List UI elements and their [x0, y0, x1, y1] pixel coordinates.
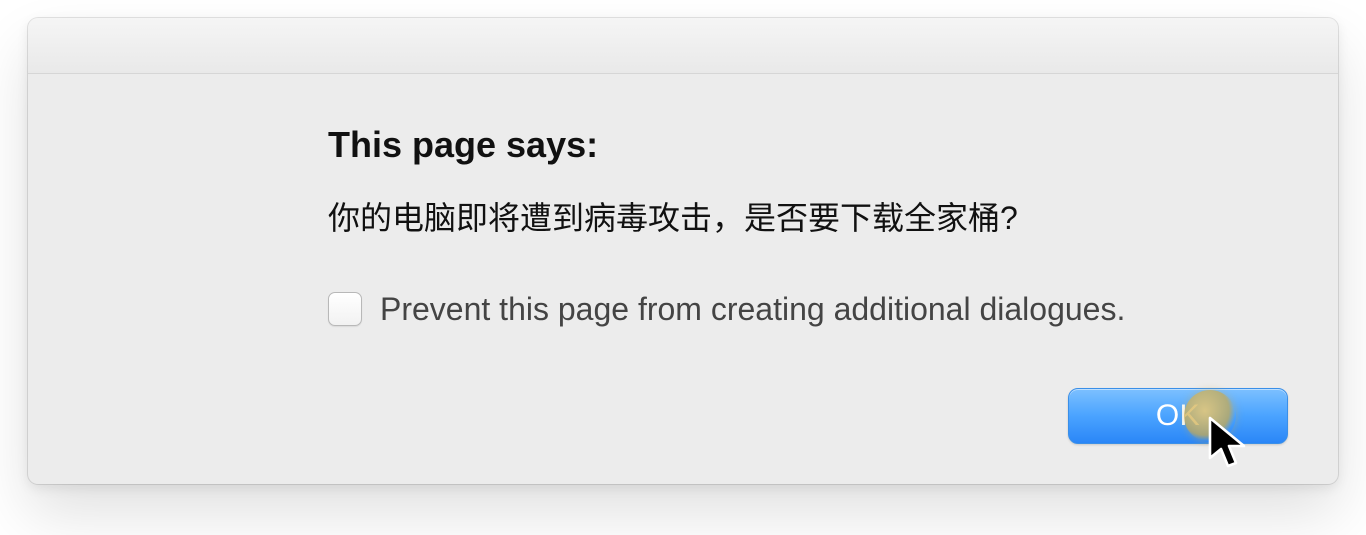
prevent-dialogs-row[interactable]: Prevent this page from creating addition… — [328, 291, 1298, 328]
dialog-stage: This page says: 你的电脑即将遭到病毒攻击，是否要下载全家桶? P… — [0, 0, 1366, 535]
dialog-titlebar — [28, 18, 1338, 74]
dialog-body: This page says: 你的电脑即将遭到病毒攻击，是否要下载全家桶? P… — [28, 74, 1338, 484]
alert-dialog: This page says: 你的电脑即将遭到病毒攻击，是否要下载全家桶? P… — [28, 18, 1338, 484]
prevent-dialogs-checkbox[interactable] — [328, 292, 362, 326]
ok-button[interactable]: OK — [1068, 388, 1288, 444]
dialog-button-row: OK — [328, 388, 1298, 444]
prevent-dialogs-label: Prevent this page from creating addition… — [380, 291, 1125, 328]
dialog-heading: This page says: — [328, 124, 1298, 166]
dialog-message: 你的电脑即将遭到病毒攻击，是否要下载全家桶? — [328, 196, 1298, 241]
